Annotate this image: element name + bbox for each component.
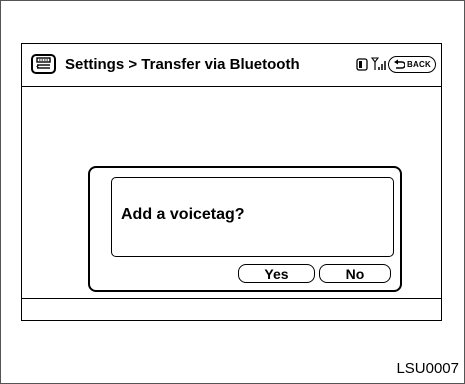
voicetag-dialog: Add a voicetag? Yes No [88, 166, 402, 292]
message-box: Add a voicetag? [111, 177, 394, 257]
no-button[interactable]: No [319, 264, 391, 283]
figure-code: LSU0007 [396, 360, 459, 377]
signal-strength-icon [371, 57, 386, 70]
yes-button[interactable]: Yes [238, 264, 315, 283]
back-button-label: BACK [407, 60, 431, 69]
title-bar: Settings > Transfer via Bluetooth BACK [22, 44, 441, 87]
back-button[interactable]: BACK [388, 56, 436, 73]
back-arrow-icon [394, 59, 406, 69]
dialog-message: Add a voicetag? [121, 206, 245, 223]
screen-title: Settings > Transfer via Bluetooth [65, 56, 300, 73]
display-screen: Settings > Transfer via Bluetooth BACK A… [21, 43, 442, 321]
status-bar-divider [22, 298, 441, 299]
battery-icon [356, 58, 368, 71]
phone-menu-icon[interactable] [31, 54, 56, 74]
